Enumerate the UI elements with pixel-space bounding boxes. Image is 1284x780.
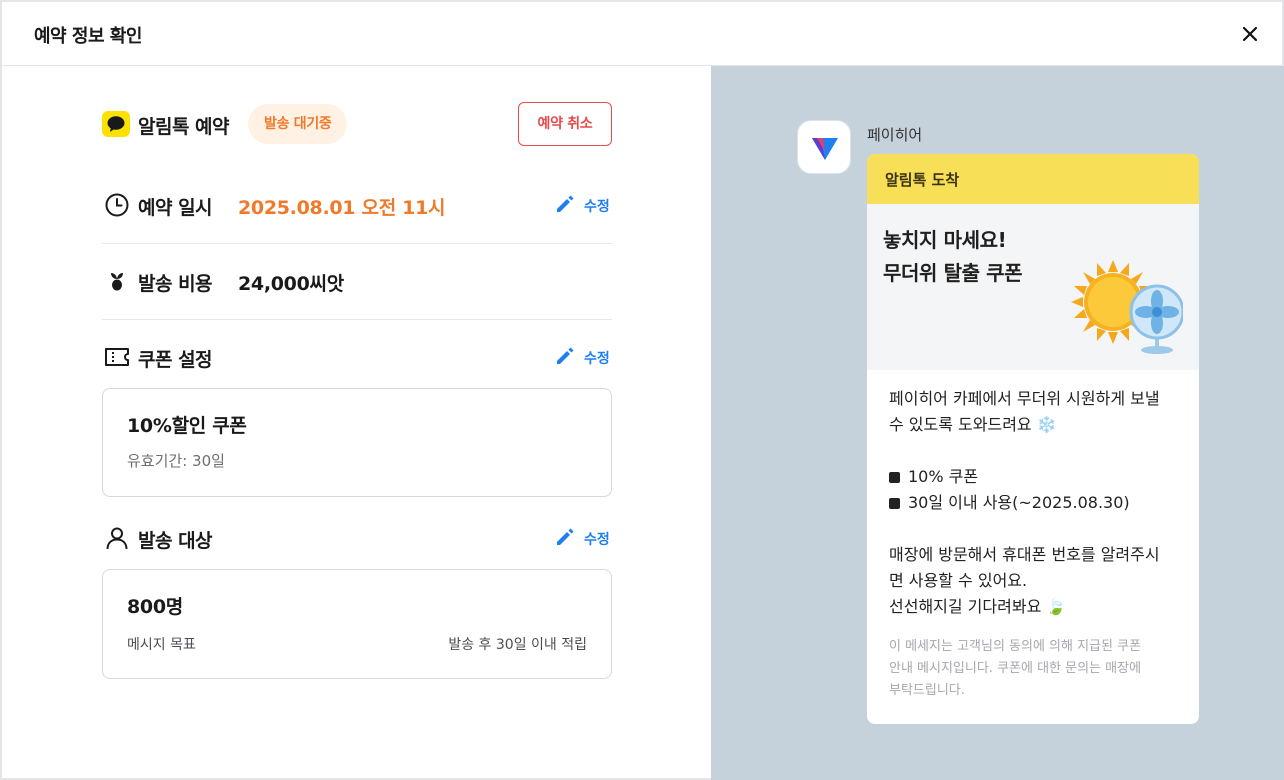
coupon-label: 쿠폰 설정 — [138, 349, 213, 371]
kakao-talk-icon — [102, 111, 130, 137]
goal-value: 발송 후 30일 이내 적립 — [448, 637, 587, 653]
pencil-icon — [557, 195, 574, 212]
coupon-validity: 유효기간: 30일 — [127, 452, 225, 470]
body-line: 매장에 방문해서 휴대폰 번호를 알려주시 — [889, 545, 1160, 564]
clock-icon — [105, 193, 129, 217]
edit-label: 수정 — [584, 532, 610, 548]
schedule-row: 예약 일시 2025.08.01 오전 11시 수정 — [102, 186, 612, 222]
cost-value: 24,000씨앗 — [238, 273, 344, 295]
target-label: 발송 대상 — [138, 530, 213, 552]
bubble-body: 페이히어 카페에서 무더위 시원하게 보낼 수 있도록 도와드려요 ❄️ 10%… — [889, 386, 1189, 620]
cost-row: 발송 비용 24,000씨앗 — [102, 262, 612, 298]
body-line: 수 있도록 도와드려요 ❄️ — [889, 415, 1057, 434]
close-icon — [1242, 26, 1258, 42]
schedule-value: 2025.08.01 오전 11시 — [238, 197, 446, 219]
coupon-name: 10%할인 쿠폰 — [127, 415, 247, 437]
bullet-square-icon — [889, 498, 900, 509]
modal-header: 예약 정보 확인 — [2, 2, 1282, 66]
disclaimer-line: 안내 메시지입니다. 쿠폰에 대한 문의는 매장에 — [889, 661, 1142, 676]
body-line: 페이히어 카페에서 무더위 시원하게 보낼 — [889, 389, 1160, 408]
person-icon — [106, 527, 128, 550]
divider — [102, 319, 612, 320]
sun-fan-illustration — [1071, 260, 1183, 354]
goal-label: 메시지 목표 — [127, 637, 196, 653]
edit-target-button[interactable]: 수정 — [554, 526, 612, 550]
bullet-text: 10% 쿠폰 — [908, 467, 979, 486]
schedule-label: 예약 일시 — [138, 197, 213, 219]
disclaimer-line: 이 메세지는 고객님의 동의에 의해 지급된 쿠폰 — [889, 639, 1142, 654]
sender-avatar — [797, 120, 851, 174]
message-bubble: 알림톡 도착 놓치지 마세요! 무더위 탈출 쿠폰 페이히어 카페에서 무더위 … — [867, 154, 1199, 724]
bullet-item: 30일 이내 사용(~2025.08.30) — [889, 490, 1189, 516]
hero-line: 무더위 탈출 쿠폰 — [883, 261, 1023, 285]
coupon-card: 10%할인 쿠폰 유효기간: 30일 — [102, 388, 612, 497]
target-count: 800명 — [127, 596, 183, 618]
bullet-square-icon — [889, 472, 900, 483]
bullet-text: 30일 이내 사용(~2025.08.30) — [908, 493, 1130, 512]
message-preview-panel: 페이히어 알림톡 도착 놓치지 마세요! 무더위 탈출 쿠폰 페이히어 카페에서… — [711, 66, 1284, 780]
divider — [102, 243, 612, 244]
status-badge: 발송 대기중 — [248, 104, 348, 144]
channel-title: 알림톡 예약 — [138, 116, 230, 138]
cancel-reservation-button[interactable]: 예약 취소 — [518, 102, 612, 146]
target-card: 800명 메시지 목표 발송 후 30일 이내 적립 — [102, 569, 612, 679]
bubble-header: 알림톡 도착 — [867, 154, 1199, 204]
bubble-header-label: 알림톡 도착 — [885, 171, 960, 189]
disclaimer-line: 부탁드립니다. — [889, 683, 965, 698]
reservation-details-panel: 알림톡 예약 발송 대기중 예약 취소 예약 일시 2025.08.01 오전 … — [2, 66, 711, 780]
body-line: 선선해지길 기다려봐요 🍃 — [889, 597, 1067, 616]
sender-name: 페이히어 — [867, 126, 923, 144]
hero-text: 놓치지 마세요! 무더위 탈출 쿠폰 — [883, 224, 1023, 290]
bubble-hero: 놓치지 마세요! 무더위 탈출 쿠폰 — [867, 204, 1199, 370]
target-row: 발송 대상 수정 — [102, 519, 612, 555]
bullet-item: 10% 쿠폰 — [889, 464, 1189, 490]
coupon-icon — [105, 348, 129, 366]
hero-line: 놓치지 마세요! — [883, 228, 1007, 252]
pencil-icon — [557, 347, 574, 364]
modal-title: 예약 정보 확인 — [34, 26, 142, 47]
edit-label: 수정 — [584, 199, 610, 215]
pencil-icon — [557, 528, 574, 545]
edit-schedule-button[interactable]: 수정 — [554, 193, 612, 217]
bubble-disclaimer: 이 메세지는 고객님의 동의에 의해 지급된 쿠폰 안내 메시지입니다. 쿠폰에… — [889, 636, 1189, 702]
edit-label: 수정 — [584, 351, 610, 367]
close-button[interactable] — [1238, 22, 1262, 46]
coupon-row: 쿠폰 설정 수정 — [102, 338, 612, 374]
reservation-modal: 예약 정보 확인 알림톡 예약 발송 대기중 예약 취소 예약 일시 2025.… — [0, 0, 1284, 780]
seed-icon — [111, 273, 123, 291]
edit-coupon-button[interactable]: 수정 — [554, 345, 612, 369]
body-line: 면 사용할 수 있어요. — [889, 571, 1028, 590]
cost-label: 발송 비용 — [138, 273, 213, 295]
channel-header: 알림톡 예약 발송 대기중 예약 취소 — [102, 102, 612, 146]
payhere-logo-icon — [812, 138, 838, 160]
